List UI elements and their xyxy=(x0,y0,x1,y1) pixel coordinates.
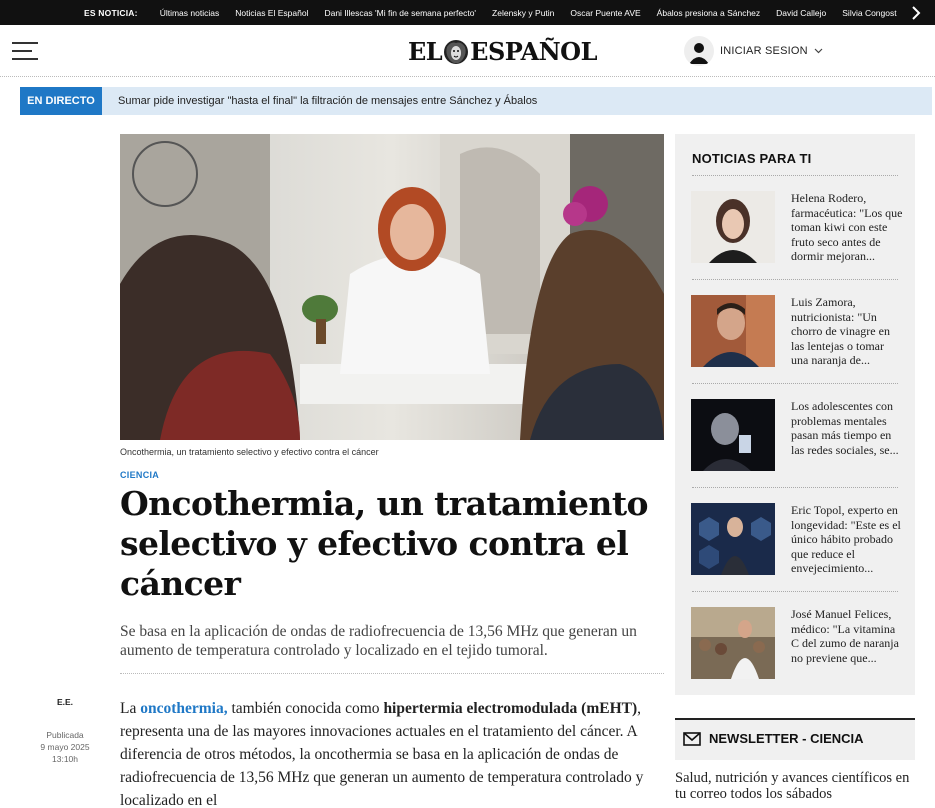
news-headline[interactable]: Helena Rodero, farmacéutica: "Los que to… xyxy=(791,191,903,264)
divider xyxy=(675,718,915,720)
divider xyxy=(692,383,898,384)
author-name[interactable]: E.E. xyxy=(40,697,90,707)
body-text: La xyxy=(120,700,137,717)
login-button[interactable]: INICIAR SESION xyxy=(684,36,823,66)
lion-logo-icon xyxy=(443,39,469,65)
site-logo[interactable]: EL ESPAÑOL xyxy=(408,37,597,66)
chevron-right-icon xyxy=(912,5,921,20)
published-time: 13:10h xyxy=(52,754,78,764)
live-tag: EN DIRECTO xyxy=(20,87,102,115)
sidebar-news-item[interactable]: Helena Rodero, farmacéutica: "Los que to… xyxy=(691,191,903,267)
sidebar-heading: NOTICIAS PARA TI xyxy=(692,151,812,166)
news-thumbnail[interactable] xyxy=(691,295,775,367)
news-thumbnail[interactable] xyxy=(691,191,775,263)
hamburger-menu-icon[interactable] xyxy=(12,40,40,62)
logo-text-left: EL xyxy=(408,37,443,66)
image-caption: Oncothermia, un tratamiento selectivo y … xyxy=(120,447,379,457)
article-body: La oncothermia, también conocida como hi… xyxy=(120,697,668,808)
divider xyxy=(692,279,898,280)
topbar-link[interactable]: Silvia Congost xyxy=(842,8,896,18)
news-thumbnail[interactable] xyxy=(691,399,775,471)
live-news-bar[interactable]: EN DIRECTO Sumar pide investigar "hasta … xyxy=(20,87,932,115)
mail-icon xyxy=(683,731,701,746)
sidebar-news-item[interactable]: José Manuel Felices, médico: "La vitamin… xyxy=(691,607,901,683)
body-text: también conocida como xyxy=(227,700,384,717)
article-category[interactable]: CIENCIA xyxy=(120,470,159,480)
article-title: Oncothermia, un tratamiento selectivo y … xyxy=(120,484,648,603)
logo-text-right: ESPAÑOL xyxy=(470,37,597,66)
divider xyxy=(692,487,898,488)
article-byline: E.E. Publicada 9 mayo 2025 13:10h xyxy=(40,697,90,765)
sidebar-news-for-you: NOTICIAS PARA TI Helena Rodero, farmacéu… xyxy=(675,134,915,695)
topbar-next-button[interactable] xyxy=(897,0,935,25)
publish-meta: Publicada 9 mayo 2025 13:10h xyxy=(40,729,90,765)
topbar-link[interactable]: Oscar Puente AVE xyxy=(570,8,640,18)
divider xyxy=(120,673,664,674)
news-thumbnail[interactable] xyxy=(691,607,775,679)
news-headline[interactable]: Los adolescentes con problemas mentales … xyxy=(791,399,903,457)
news-headline[interactable]: Luis Zamora, nutricionista: "Un chorro d… xyxy=(791,295,903,368)
chevron-down-icon xyxy=(814,48,823,54)
published-date: 9 mayo 2025 xyxy=(40,742,90,752)
divider xyxy=(692,175,898,176)
newsletter-header: NEWSLETTER - CIENCIA xyxy=(683,731,864,746)
topbar-link[interactable]: Dani Illescas 'Mi fin de semana perfecto… xyxy=(324,8,476,18)
user-avatar-icon xyxy=(684,36,714,66)
breaking-news-label: ES NOTICIA: xyxy=(84,7,138,18)
article-hero-image xyxy=(120,134,664,440)
sidebar-news-item[interactable]: Luis Zamora, nutricionista: "Un chorro d… xyxy=(691,295,901,371)
published-label: Publicada xyxy=(46,730,84,740)
topbar-link[interactable]: Zelensky y Putin xyxy=(492,8,554,18)
news-headline[interactable]: José Manuel Felices, médico: "La vitamin… xyxy=(791,607,903,665)
site-header: EL ESPAÑOL INICIAR SESION xyxy=(0,25,935,77)
body-bold-text: hipertermia electromodulada (mEHT) xyxy=(383,700,638,717)
live-headline[interactable]: Sumar pide investigar "hasta el final" l… xyxy=(118,95,537,107)
sidebar-news-item[interactable]: Los adolescentes con problemas mentales … xyxy=(691,399,901,475)
breaking-news-bar: ES NOTICIA: Últimas noticias Noticias El… xyxy=(0,0,935,25)
topbar-link[interactable]: Noticias El Español xyxy=(235,8,308,18)
sidebar-news-item[interactable]: Eric Topol, experto en longevidad: "Este… xyxy=(691,503,901,579)
newsletter-title: NEWSLETTER - CIENCIA xyxy=(709,731,864,746)
divider xyxy=(692,591,898,592)
topbar-link[interactable]: Últimas noticias xyxy=(160,8,220,18)
article-subtitle: Se basa en la aplicación de ondas de rad… xyxy=(120,623,637,659)
newsletter-description: Salud, nutrición y avances científicos e… xyxy=(675,770,910,802)
news-headline[interactable]: Eric Topol, experto en longevidad: "Este… xyxy=(791,503,903,576)
topbar-link[interactable]: Ábalos presiona a Sánchez xyxy=(657,8,761,18)
news-thumbnail[interactable] xyxy=(691,503,775,575)
oncothermia-link[interactable]: oncothermia, xyxy=(140,700,227,717)
topbar-link[interactable]: David Callejo xyxy=(776,8,826,18)
login-label: INICIAR SESION xyxy=(720,45,808,57)
breaking-news-links: Últimas noticias Noticias El Español Dan… xyxy=(160,8,913,18)
